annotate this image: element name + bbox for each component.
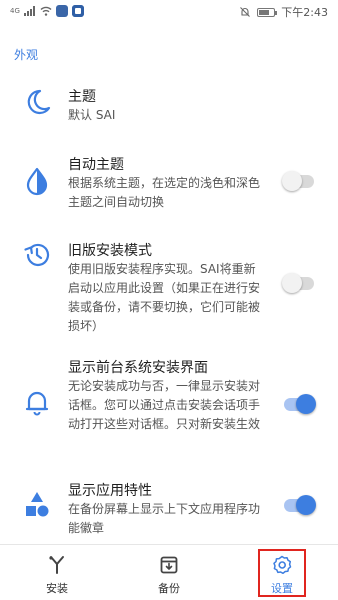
auto-theme-toggle[interactable] <box>282 170 318 192</box>
setting-show-app-features[interactable]: 显示应用特性 在备份屏幕上显示上下文应用程序功能徽章 <box>0 480 338 535</box>
show-system-installer-toggle[interactable] <box>282 393 318 415</box>
legacy-install-toggle[interactable] <box>282 272 318 294</box>
status-bar: 4G 下午2:43 <box>0 0 338 24</box>
setting-description: 无论安装成功与否，一律显示安装对话框。您可以通过点击安装会话项手动打开这些对话框… <box>68 379 261 431</box>
battery-icon <box>257 7 278 17</box>
backup-icon <box>160 556 178 574</box>
moon-icon <box>27 89 51 115</box>
setting-description: 根据系统主题，在选定的浅色和深色主题之间自动切换 <box>68 176 261 209</box>
signal-icon <box>23 6 35 16</box>
status-right: 下午2:43 <box>239 4 328 20</box>
toggle-thumb <box>282 273 302 293</box>
wifi-icon <box>40 6 52 16</box>
toggle-thumb <box>296 495 316 515</box>
app-notification-icon <box>55 5 68 17</box>
setting-auto-theme[interactable]: 自动主题 根据系统主题，在选定的浅色和深色主题之间自动切换 <box>0 154 338 214</box>
setting-theme[interactable]: 主题 默认 SAI <box>0 86 338 132</box>
toggle-thumb <box>296 394 316 414</box>
show-app-features-toggle[interactable] <box>282 494 318 516</box>
nav-install-label: 安装 <box>46 582 68 595</box>
setting-show-system-installer[interactable]: 显示前台系统安装界面 无论安装成功与否，一律显示安装对话框。您可以通过点击安装会… <box>0 357 338 453</box>
setting-title: 旧版安装模式 <box>68 243 152 259</box>
install-icon <box>49 556 64 574</box>
history-icon <box>24 243 50 267</box>
setting-description: 在备份屏幕上显示上下文应用程序功能徽章 <box>68 502 261 535</box>
sai-notification-icon <box>71 5 84 17</box>
contrast-drop-icon <box>26 167 48 196</box>
status-left: 4G <box>10 5 84 17</box>
section-title: 外观 <box>14 48 39 62</box>
setting-title: 主题 <box>68 89 96 105</box>
setting-legacy-install[interactable]: 旧版安装模式 使用旧版安装程序实现。SAI将重新启动以应用此设置（如果正在进行安… <box>0 240 338 333</box>
nav-install[interactable]: 安装 <box>22 545 92 600</box>
setting-title: 显示应用特性 <box>68 483 152 499</box>
setting-title: 自动主题 <box>68 157 124 173</box>
nav-backup-label: 备份 <box>158 582 180 595</box>
toggle-thumb <box>282 171 302 191</box>
bell-icon <box>25 391 49 416</box>
bell-off-icon <box>240 7 251 17</box>
setting-title: 显示前台系统安装界面 <box>68 360 208 376</box>
setting-description: 默认 SAI <box>68 108 116 122</box>
setting-description: 使用旧版安装程序实现。SAI将重新启动以应用此设置（如果正在进行安装或备份，请不… <box>68 262 261 333</box>
clock: 下午2:43 <box>281 6 328 19</box>
selection-highlight <box>258 549 306 597</box>
nav-backup[interactable]: 备份 <box>134 545 204 600</box>
shapes-icon <box>26 492 49 517</box>
signal-label: 4G <box>10 6 20 15</box>
